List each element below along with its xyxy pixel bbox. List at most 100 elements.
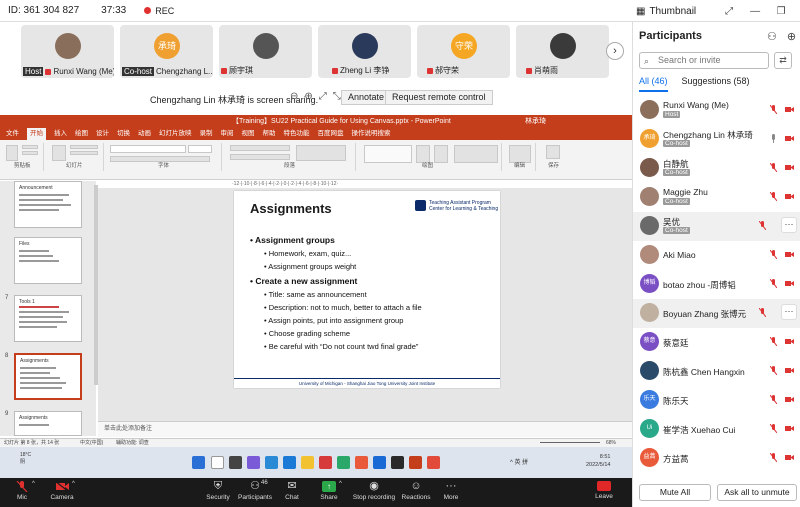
ppt-menu-item[interactable]: 帮助	[263, 128, 276, 140]
reset-icon[interactable]	[70, 151, 98, 155]
participant-row[interactable]: 蔡意 蔡意廷	[633, 328, 800, 357]
participant-row[interactable]: 乐天 陈乐天	[633, 386, 800, 415]
camera-off-icon[interactable]	[785, 425, 794, 432]
close-icon[interactable]: ✕	[794, 6, 800, 17]
mic-muted-icon[interactable]	[770, 163, 777, 172]
ppt-menu-item[interactable]: 绘图	[75, 128, 88, 140]
share-button[interactable]: ↑ Share ^	[305, 481, 353, 501]
ppt-menu-item[interactable]: 操作说明搜索	[352, 128, 391, 140]
camera-off-icon[interactable]	[785, 164, 794, 171]
app-icon[interactable]	[355, 456, 368, 469]
camera-off-icon[interactable]	[785, 251, 794, 258]
participant-row[interactable]: 益蒿 方益蒿	[633, 444, 800, 471]
participant-row[interactable]: Aki Miao	[633, 241, 800, 270]
text-direction-buttons[interactable]	[296, 145, 346, 161]
taskbar-clock[interactable]: 8:51 2022/5/14	[586, 453, 610, 469]
camera-off-icon[interactable]	[785, 338, 794, 345]
maximize-icon[interactable]: ❐	[768, 6, 794, 17]
annotate-button[interactable]: Annotate	[341, 90, 392, 105]
ppt-menu-item[interactable]: 文件	[6, 128, 19, 140]
camera-off-icon[interactable]	[785, 106, 794, 113]
video-tile[interactable]: 承琦 Co-host Chengzhang L...	[120, 25, 213, 78]
mic-muted-icon[interactable]	[770, 424, 777, 433]
video-tile[interactable]: 守荣 郝守荣	[417, 25, 510, 78]
video-tile[interactable]: 顾宇琪	[219, 25, 312, 78]
view-mode-button[interactable]: Thumbnail	[649, 6, 696, 17]
stop-recording-button[interactable]: ◉ Stop recording	[350, 481, 398, 502]
powerpoint-icon[interactable]	[409, 456, 422, 469]
ppt-menu-item[interactable]: 特色功能	[284, 128, 310, 140]
widgets-icon[interactable]	[247, 456, 260, 469]
app-icon[interactable]	[319, 456, 332, 469]
mic-muted-icon[interactable]	[770, 105, 777, 114]
font-size-select[interactable]	[188, 145, 212, 153]
app-icon[interactable]	[391, 456, 404, 469]
ppt-menu-item[interactable]: 幻灯片放映	[159, 128, 192, 140]
chat-app-icon[interactable]	[265, 456, 278, 469]
paste-icon[interactable]	[6, 145, 18, 161]
original-size-icon[interactable]: ⤡	[333, 91, 341, 102]
participant-row[interactable]: Boyuan Zhang 张博元 ···	[633, 299, 800, 328]
video-tile[interactable]: Host Runxi Wang (Me)	[21, 25, 114, 78]
list-buttons[interactable]	[230, 145, 290, 151]
shape-fill-outline[interactable]	[454, 145, 498, 163]
participant-row[interactable]: Runxi Wang (Me) Host	[633, 96, 800, 125]
mic-muted-icon[interactable]	[770, 453, 777, 462]
system-tray[interactable]: ^ 英 拼	[510, 457, 528, 466]
layout-icon[interactable]	[70, 145, 98, 149]
fullscreen-icon[interactable]: ⤢	[716, 6, 742, 17]
camera-off-icon[interactable]	[785, 135, 794, 142]
mic-muted-icon[interactable]	[770, 366, 777, 375]
search-icon[interactable]	[211, 456, 224, 469]
quick-styles-icon[interactable]	[434, 145, 448, 163]
ppt-menu-item[interactable]: 百度网盘	[318, 128, 344, 140]
mic-muted-icon[interactable]	[759, 308, 766, 317]
app-icon[interactable]	[373, 456, 386, 469]
zoom-level[interactable]: 68%	[606, 439, 616, 447]
camera-button[interactable]: Camera ^	[38, 481, 86, 501]
camera-off-icon[interactable]	[785, 193, 794, 200]
participant-row[interactable]: 承琦 Chengzhang Lin 林承琦 Co-host	[633, 125, 800, 154]
shapes-gallery[interactable]	[364, 145, 412, 163]
zoom-out-icon[interactable]: ⊖	[290, 91, 298, 102]
start-icon[interactable]	[192, 456, 205, 469]
slide-thumbnail-selected[interactable]: Assignments	[14, 353, 82, 400]
mic-muted-icon[interactable]	[770, 250, 777, 259]
mute-all-button[interactable]: Mute All	[639, 484, 711, 501]
mic-muted-icon[interactable]	[770, 337, 777, 346]
zoom-in-icon[interactable]: ⊕	[304, 91, 312, 102]
search-input[interactable]: ⌕ Search or invite	[639, 52, 769, 69]
current-slide[interactable]: Assignments Teaching Assistant Program Ce…	[234, 191, 500, 388]
slide-thumbnail[interactable]: Files	[14, 237, 82, 284]
meeting-id[interactable]: ID: 361 304 827	[8, 5, 79, 16]
participant-row[interactable]: 博韬 botao zhou -周博韬	[633, 270, 800, 299]
task-view-icon[interactable]	[229, 456, 242, 469]
zoom-slider[interactable]	[540, 442, 600, 443]
cut-icon[interactable]	[22, 145, 38, 149]
invite-icon[interactable]: ⚇	[767, 30, 777, 43]
ppt-menu-item[interactable]: 审阅	[221, 128, 234, 140]
video-tile[interactable]: Zheng Li 李铮	[318, 25, 411, 78]
ppt-menu-item[interactable]: 动画	[138, 128, 151, 140]
participant-row[interactable]: 吴优 Co-host ···	[633, 212, 800, 241]
settings-icon[interactable]: ⊕	[787, 30, 796, 43]
chrome-icon[interactable]	[427, 456, 440, 469]
edge-icon[interactable]	[337, 456, 350, 469]
fit-icon[interactable]: ⤢	[319, 91, 327, 102]
camera-off-icon[interactable]	[785, 454, 794, 461]
participant-row[interactable]: Ui 崔学浩 Xuehao Cui	[633, 415, 800, 444]
notes-pane[interactable]: 单击此处添加备注	[98, 421, 632, 437]
participant-row[interactable]: 白静航 Co-host	[633, 154, 800, 183]
new-slide-icon[interactable]	[52, 145, 66, 161]
align-buttons[interactable]	[230, 154, 290, 160]
slide-thumbnail[interactable]: Announcement	[14, 181, 82, 228]
tab-all[interactable]: All (46)	[639, 76, 668, 92]
tab-suggestions[interactable]: Suggestions (58)	[682, 76, 750, 92]
weather-widget[interactable]: 18°C 阴	[20, 452, 31, 466]
more-button[interactable]: ··· More	[427, 481, 475, 502]
camera-off-icon[interactable]	[785, 396, 794, 403]
chevron-up-icon[interactable]: ^	[32, 481, 35, 487]
popout-icon[interactable]: ⇄	[774, 52, 792, 69]
ppt-menu-item[interactable]: 录制	[200, 128, 213, 140]
request-remote-control-button[interactable]: Request remote control	[385, 90, 493, 105]
